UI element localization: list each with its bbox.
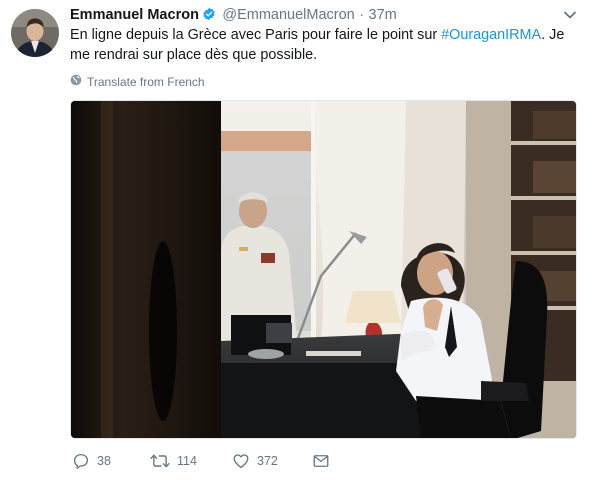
time-separator: · [359, 7, 365, 23]
heart-icon [232, 452, 250, 470]
reply-button[interactable]: 38 [72, 452, 150, 470]
retweet-count: 114 [177, 454, 197, 468]
like-count: 372 [257, 454, 278, 468]
verified-badge-icon [202, 7, 216, 21]
author-name[interactable]: Emmanuel Macron [70, 7, 199, 23]
translate-label: Translate from French [87, 74, 205, 89]
retweet-icon [150, 452, 170, 470]
tweet-text-start: En ligne depuis la Grèce avec Paris pour… [70, 27, 442, 43]
direct-message-button[interactable] [312, 452, 330, 470]
globe-icon [70, 74, 82, 89]
tweet-actions: 38 114 372 [72, 450, 330, 472]
translate-link[interactable]: Translate from French [70, 74, 205, 89]
tweet-text: En ligne depuis la Grèce avec Paris pour… [70, 25, 570, 65]
avatar-image [11, 9, 59, 57]
reply-icon [72, 452, 90, 470]
chevron-down-icon[interactable] [563, 8, 577, 22]
like-button[interactable]: 372 [232, 452, 312, 470]
retweet-button[interactable]: 114 [150, 452, 232, 470]
tweet-photo[interactable] [70, 100, 577, 439]
avatar[interactable] [11, 9, 59, 57]
reply-count: 38 [97, 454, 111, 468]
hashtag-link[interactable]: #OuraganIRMA [441, 27, 541, 43]
office-photo-image [71, 101, 576, 438]
tweet-header: Emmanuel Macron @EmmanuelMacron · 37m [70, 6, 557, 26]
tweet-timestamp[interactable]: 37m [369, 7, 397, 23]
author-handle[interactable]: @EmmanuelMacron [222, 7, 354, 23]
envelope-icon [312, 452, 330, 470]
